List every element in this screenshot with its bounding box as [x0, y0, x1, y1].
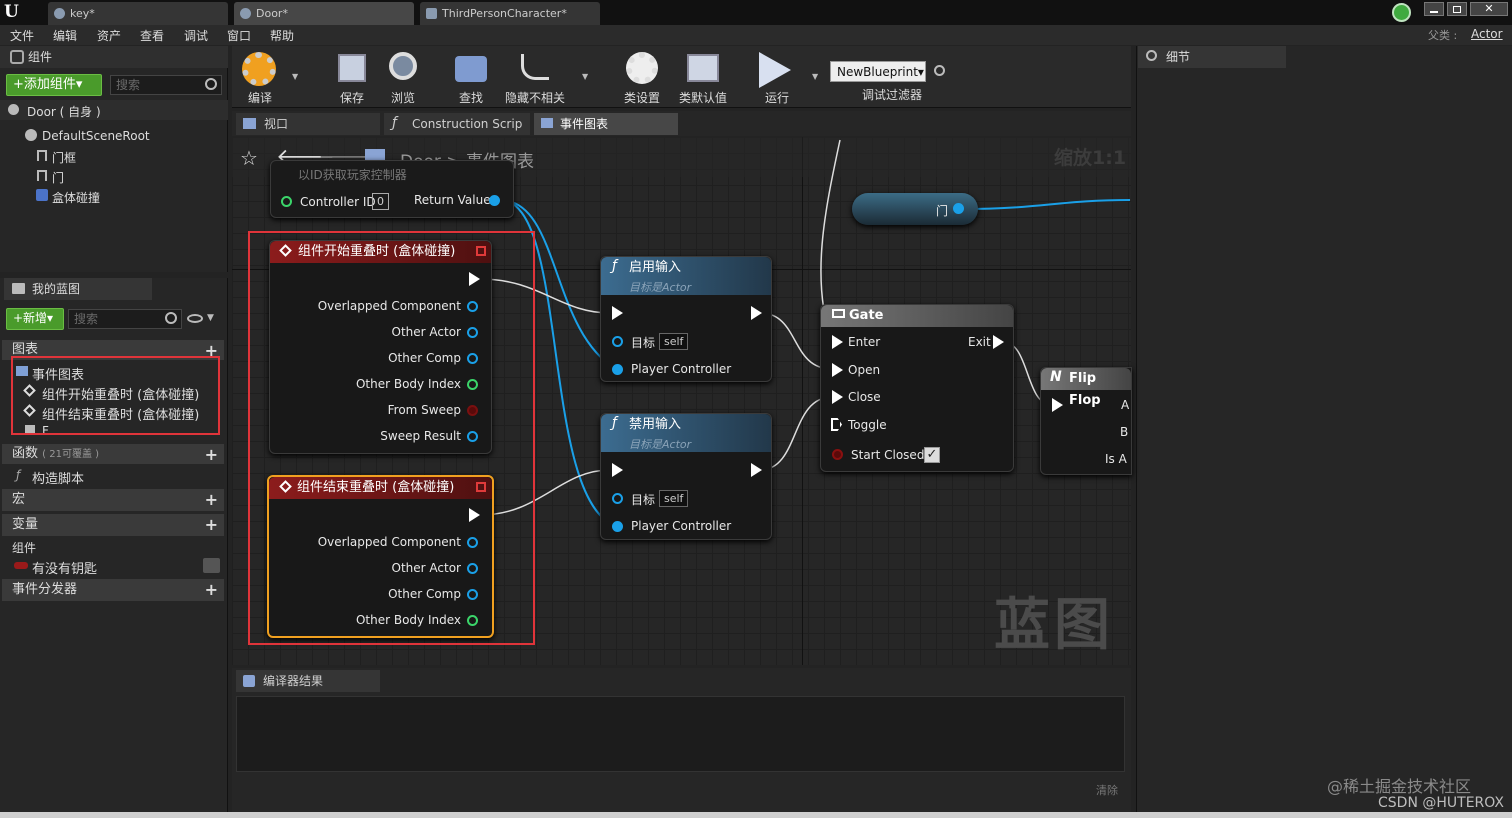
- self-input[interactable]: self: [659, 490, 689, 507]
- open-pin-icon[interactable]: [832, 363, 843, 377]
- controller-id-input[interactable]: 0: [372, 193, 389, 210]
- function-icon: ƒ: [612, 415, 617, 431]
- player-controller-label: Player Controller: [631, 519, 732, 533]
- pin-is-a: Is A: [1105, 452, 1127, 466]
- node-title: 以ID获取玩家控制器: [298, 168, 407, 182]
- controller-id-pin-icon[interactable]: [281, 196, 292, 207]
- function-icon: ƒ: [612, 258, 617, 274]
- node-title: Gate: [849, 308, 884, 323]
- player-controller-pin-icon[interactable]: [612, 364, 623, 375]
- controller-id-label: Controller ID: [300, 195, 376, 209]
- node-subtitle: 目标是Actor: [629, 281, 692, 294]
- node-title: Flip Flop: [1069, 371, 1101, 408]
- flip-flop-icon: Ν: [1050, 369, 1062, 385]
- enter-pin-icon[interactable]: [832, 335, 843, 349]
- gate-icon: [832, 309, 845, 318]
- pin-a: A: [1121, 398, 1130, 412]
- exec-out-pin-icon[interactable]: [751, 306, 762, 320]
- clear-button[interactable]: 清除: [1096, 782, 1118, 798]
- compiler-output-area[interactable]: [236, 696, 1125, 772]
- exec-in-pin-icon[interactable]: [612, 306, 623, 320]
- target-label: 目标: [631, 493, 656, 507]
- player-controller-label: Player Controller: [631, 362, 732, 376]
- door-variable-label: 门: [936, 204, 949, 218]
- pin-start-closed: Start Closed: [851, 448, 925, 462]
- gate-node[interactable]: Gate: [820, 304, 1014, 472]
- start-closed-checkbox[interactable]: ✓: [924, 447, 940, 463]
- player-controller-pin-icon[interactable]: [612, 521, 623, 532]
- flip-flop-exec-in-pin-icon[interactable]: [1052, 398, 1063, 412]
- pin-toggle: Toggle: [848, 418, 887, 432]
- close-pin-icon[interactable]: [832, 390, 843, 404]
- exec-out-pin-icon[interactable]: [751, 463, 762, 477]
- pin-open: Open: [848, 363, 881, 377]
- start-closed-pin-icon[interactable]: [832, 449, 843, 460]
- footer-watermark-csdn: CSDN @HUTEROX: [1378, 795, 1504, 811]
- door-variable-pin-icon[interactable]: [953, 203, 964, 214]
- exec-in-pin-icon[interactable]: [612, 463, 623, 477]
- return-value-label: Return Value: [414, 193, 491, 207]
- node-subtitle: 目标是Actor: [629, 438, 692, 451]
- node-title: 禁用输入: [629, 417, 682, 432]
- compiler-log-icon: [243, 675, 255, 687]
- pin-exit: Exit: [968, 335, 991, 349]
- pin-enter: Enter: [848, 335, 881, 349]
- compiler-results-tab[interactable]: 编译器结果: [236, 670, 380, 692]
- target-label: 目标: [631, 336, 656, 350]
- footer-watermark-juejin: @稀土掘金技术社区: [1327, 777, 1472, 796]
- pin-b: B: [1120, 425, 1129, 439]
- node-title: 启用输入: [629, 260, 682, 275]
- pin-close: Close: [848, 390, 881, 404]
- exit-pin-icon[interactable]: [993, 335, 1004, 349]
- return-value-pin-icon[interactable]: [489, 195, 500, 206]
- node-header: Gate: [821, 305, 1013, 327]
- self-input[interactable]: self: [659, 333, 689, 350]
- target-pin-icon[interactable]: [612, 493, 623, 504]
- target-pin-icon[interactable]: [612, 336, 623, 347]
- highlight-box: [248, 231, 535, 645]
- bottom-strip: [0, 812, 1512, 818]
- compiler-results-title: 编译器结果: [263, 674, 324, 688]
